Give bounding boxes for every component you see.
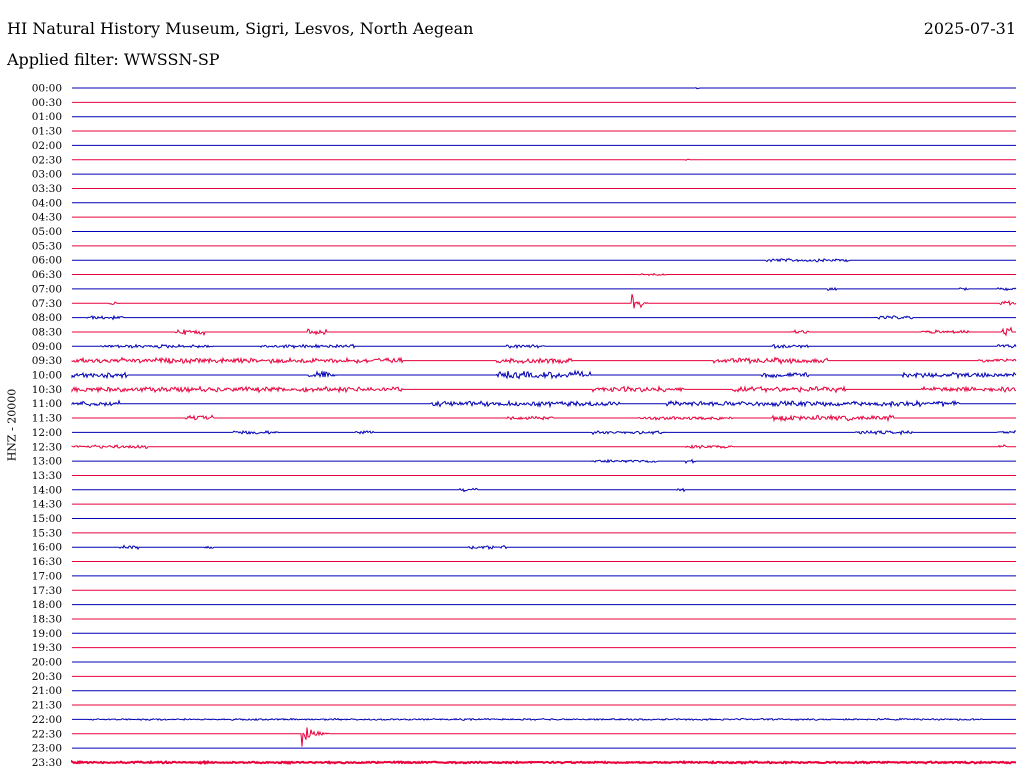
row-time-label: 12:30	[32, 441, 62, 453]
row-time-label: 20:30	[32, 671, 62, 683]
helicorder-plot: 00:00 00:30 01:00 01:30 02:00 02:30 03:00 03:30…	[32, 83, 1017, 769]
row-time-label: 20:00	[32, 657, 62, 669]
row-time-label: 03:00	[32, 169, 62, 181]
trace-row	[72, 158, 1016, 161]
row-time-label: 15:30	[32, 527, 62, 539]
row-time-label: 05:00	[32, 226, 62, 238]
trace-row	[71, 385, 1017, 394]
row-time-label: 18:30	[32, 613, 62, 625]
trace-row	[72, 717, 1016, 722]
row-time-label: 23:00	[32, 743, 62, 755]
trace-row	[72, 314, 1016, 321]
row-time-label: 02:30	[32, 154, 62, 166]
row-time-label: 09:00	[32, 341, 62, 353]
trace-row	[72, 413, 1016, 423]
row-time-label: 14:00	[32, 484, 62, 496]
row-time-label: 00:00	[32, 83, 62, 95]
row-time-label: 13:30	[32, 470, 62, 482]
trace-row	[71, 444, 1016, 450]
row-time-label: 10:30	[32, 384, 62, 396]
trace-row	[72, 272, 1016, 277]
row-time-label: 01:30	[32, 126, 62, 138]
row-time-label: 22:00	[32, 714, 62, 726]
row-time-label: 14:30	[32, 499, 62, 511]
row-time-label: 12:00	[32, 427, 62, 439]
row-time-label: 18:00	[32, 599, 62, 611]
trace-row	[72, 429, 1017, 436]
trace-row	[72, 343, 1017, 350]
row-time-label: 19:00	[32, 628, 62, 640]
row-time-label: 10:00	[32, 370, 62, 382]
row-time-label: 07:30	[32, 298, 62, 310]
helicorder-page: HI Natural History Museum, Sigri, Lesvos…	[0, 0, 1024, 780]
trace-row	[71, 399, 1016, 409]
row-time-label: 06:00	[32, 255, 62, 267]
trace-row	[72, 257, 1016, 263]
row-time-label: 07:00	[32, 283, 62, 295]
row-time-label: 06:30	[32, 269, 62, 281]
row-time-label: 03:30	[32, 183, 62, 195]
row-time-label: 19:30	[32, 642, 62, 654]
row-time-label: 08:30	[32, 326, 62, 338]
row-time-label: 15:00	[32, 513, 62, 525]
row-time-label: 21:30	[32, 700, 62, 712]
row-time-label: 22:30	[32, 728, 62, 740]
row-time-label: 21:00	[32, 685, 62, 697]
trace-row	[71, 356, 1017, 366]
row-time-label: 16:30	[32, 556, 62, 568]
trace-row	[72, 458, 1016, 465]
trace-row	[71, 369, 1017, 380]
row-time-label: 01:00	[32, 111, 62, 123]
row-time-label: 08:00	[32, 312, 62, 324]
row-time-label: 02:00	[32, 140, 62, 152]
trace-row	[72, 294, 1017, 309]
trace-row	[72, 286, 1017, 292]
row-time-label: 17:30	[32, 585, 62, 597]
row-time-label: 04:30	[32, 212, 62, 224]
trace-row	[71, 759, 1017, 766]
trace-row	[72, 87, 1016, 90]
row-time-label: 11:00	[32, 398, 62, 410]
trace-row	[72, 544, 1016, 551]
row-time-label: 13:00	[32, 456, 62, 468]
row-time-label: 16:00	[32, 542, 62, 554]
trace-row	[72, 727, 1016, 747]
row-time-label: 00:30	[32, 97, 62, 109]
row-time-label: 11:30	[32, 413, 62, 425]
row-time-label: 23:30	[32, 757, 62, 769]
trace-row	[72, 326, 1016, 337]
row-time-label: 04:00	[32, 197, 62, 209]
row-time-label: 09:30	[32, 355, 62, 367]
row-time-label: 05:30	[32, 240, 62, 252]
trace-row	[72, 487, 1016, 493]
row-time-label: 17:00	[32, 570, 62, 582]
